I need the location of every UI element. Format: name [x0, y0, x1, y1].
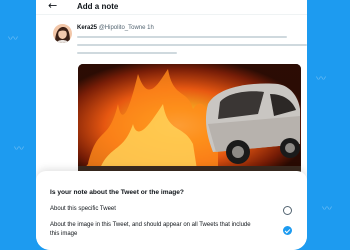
option-about-image[interactable]: About the image in this Tweet, and shoul…	[50, 221, 300, 239]
tweet-text-placeholder	[77, 44, 307, 46]
background-decoration: 〰	[14, 144, 24, 155]
timestamp: 1h	[147, 25, 154, 31]
option-about-tweet[interactable]: About this specific Tweet	[50, 205, 300, 215]
background-decoration: 〰	[8, 34, 18, 45]
arrow-left-icon[interactable]: ←	[48, 0, 57, 13]
add-note-panel: ← Add a note Kera25 @Hipolito_Towne 1h I…	[36, 0, 307, 250]
radio-selected-check-icon[interactable]	[283, 226, 292, 235]
background-decoration: 〰	[316, 74, 326, 85]
note-type-sheet: Is your note about the Tweet or the imag…	[36, 171, 307, 250]
tweet-author: Kera25 @Hipolito_Towne 1h	[77, 24, 154, 32]
option-label: About this specific Tweet	[50, 206, 116, 212]
sheet-question: Is your note about the Tweet or the imag…	[50, 189, 184, 196]
page-title: Add a note	[77, 2, 119, 11]
radio-unselected-icon[interactable]	[283, 206, 292, 215]
divider	[36, 14, 307, 15]
display-name[interactable]: Kera25	[77, 25, 97, 31]
header: ← Add a note	[36, 0, 307, 15]
avatar[interactable]	[53, 24, 72, 43]
tweet-text-placeholder	[77, 36, 287, 38]
handle[interactable]: @Hipolito_Towne	[99, 25, 146, 31]
tweet-image[interactable]	[78, 64, 301, 176]
option-label: About the image in this Tweet, and shoul…	[50, 222, 251, 237]
background-decoration: 〰	[322, 204, 332, 215]
tweet-text-placeholder	[77, 52, 177, 54]
